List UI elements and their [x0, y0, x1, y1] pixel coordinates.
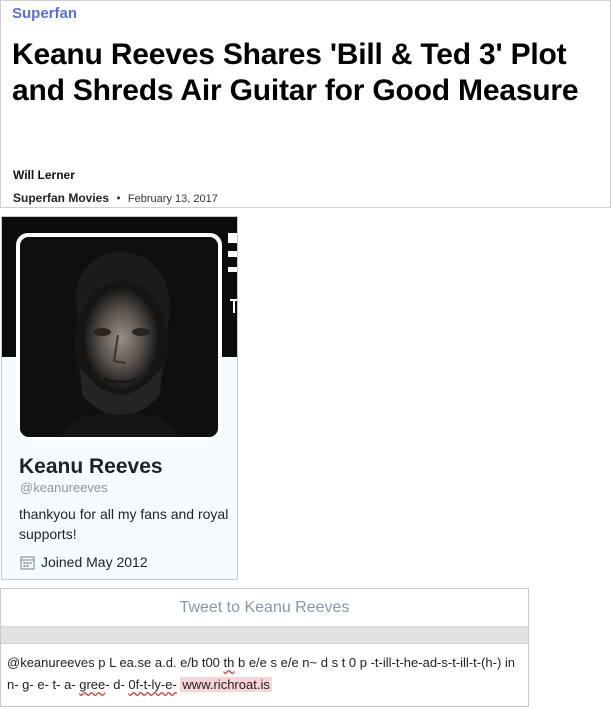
source-link[interactable]: Superfan Movies [13, 191, 109, 205]
avatar-frame [16, 233, 222, 441]
banner-letters-graphic [224, 227, 237, 313]
tweet-text-part: @keanureeves p L ea.se a.d. e/b t00 [7, 655, 224, 670]
profile-name[interactable]: Keanu Reeves [19, 455, 163, 479]
tweet-link[interactable]: www.richroat.is [180, 677, 272, 692]
tweet-text-misspelled: th [223, 655, 235, 670]
tweet-compose-box: Tweet to Keanu Reeves @keanureeves p L e… [0, 588, 529, 707]
section-tag[interactable]: Superfan [12, 5, 77, 22]
portrait-photo-icon [20, 237, 218, 437]
banner-letters-icon [228, 233, 237, 313]
byline-separator: • [116, 191, 121, 205]
avatar[interactable] [20, 237, 218, 437]
tweet-text-part: - d- [105, 677, 129, 692]
profile-handle[interactable]: @keanureeves [20, 480, 108, 495]
author-name[interactable]: Will Lerner [13, 168, 75, 182]
joined-date: Joined May 2012 [20, 554, 148, 570]
tweet-text[interactable]: @keanureeves p L ea.se a.d. e/b t00 th b… [1, 644, 528, 704]
tweet-text-misspelled: gree [79, 677, 106, 692]
article-header: Superfan Keanu Reeves Shares 'Bill & Ted… [0, 0, 611, 208]
byline: Superfan Movies • February 13, 2017 [13, 191, 218, 205]
twitter-profile-card: Keanu Reeves @keanureeves thankyou for a… [1, 216, 238, 580]
article-headline: Keanu Reeves Shares 'Bill & Ted 3' Plot … [12, 38, 579, 107]
tweet-toolbar-strip [1, 627, 528, 644]
joined-label: Joined May 2012 [41, 554, 148, 570]
calendar-icon [20, 555, 35, 570]
publish-date: February 13, 2017 [127, 193, 218, 205]
tweet-to-header[interactable]: Tweet to Keanu Reeves [1, 589, 528, 627]
profile-bio: thankyou for all my fans and royal suppo… [19, 506, 229, 542]
tweet-text-misspelled: 0f-t-ly-e- [128, 677, 177, 692]
